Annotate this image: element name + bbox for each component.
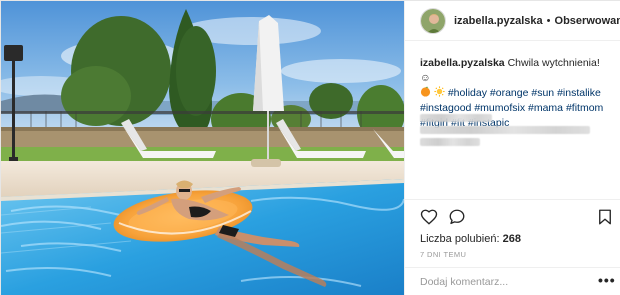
bookmark-icon[interactable]	[596, 208, 614, 226]
hashtag-link[interactable]: #instalike	[557, 87, 601, 99]
header-separator: •	[546, 14, 551, 27]
caption-text: Chwila wytchnienia!	[507, 57, 600, 69]
post-sidebar: izabella.pyzalska • Obserwowanie izabell…	[404, 1, 620, 295]
smile-emoji: ☺	[420, 72, 431, 84]
likes-label: Liczba polubień:	[420, 233, 500, 245]
pool-photo-image	[1, 1, 404, 295]
blurred-comment-line	[420, 114, 492, 122]
header-username-link[interactable]: izabella.pyzalska	[454, 15, 543, 27]
orange-emoji	[420, 86, 431, 97]
more-options-button[interactable]: •••	[598, 273, 615, 287]
comment-icon[interactable]	[448, 208, 466, 226]
avatar[interactable]	[420, 7, 446, 34]
hashtag-link[interactable]: #orange	[490, 87, 529, 99]
blurred-comment-line	[420, 126, 590, 134]
following-button[interactable]: Obserwowanie	[555, 15, 620, 27]
caption-username-link[interactable]: izabella.pyzalska	[420, 57, 505, 69]
hashtag-link[interactable]: #mumofsix	[474, 102, 525, 114]
actions-divider	[405, 199, 620, 200]
avatar-image	[421, 8, 445, 33]
hashtag-link[interactable]: #sun	[531, 87, 554, 99]
post-header: izabella.pyzalska • Obserwowanie	[405, 1, 620, 41]
post-photo[interactable]	[1, 1, 404, 295]
hashtag-link[interactable]: #mama	[528, 102, 563, 114]
instagram-post: izabella.pyzalska • Obserwowanie izabell…	[0, 0, 620, 295]
post-timestamp[interactable]: 7 DNI TEMU	[420, 250, 466, 259]
hashtag-link[interactable]: #instagood	[420, 102, 471, 114]
blurred-comment-line	[420, 138, 480, 146]
post-actions	[420, 208, 611, 228]
likes-count[interactable]: Liczba polubień: 268	[420, 233, 521, 245]
likes-number: 268	[502, 233, 521, 245]
comment-input[interactable]	[420, 274, 580, 290]
hashtag-link[interactable]: #fitmom	[566, 102, 603, 114]
sun-emoji	[434, 86, 445, 97]
add-comment-row: •••	[405, 267, 620, 295]
hashtag-link[interactable]: #holiday	[448, 87, 487, 99]
heart-icon[interactable]	[420, 208, 438, 226]
